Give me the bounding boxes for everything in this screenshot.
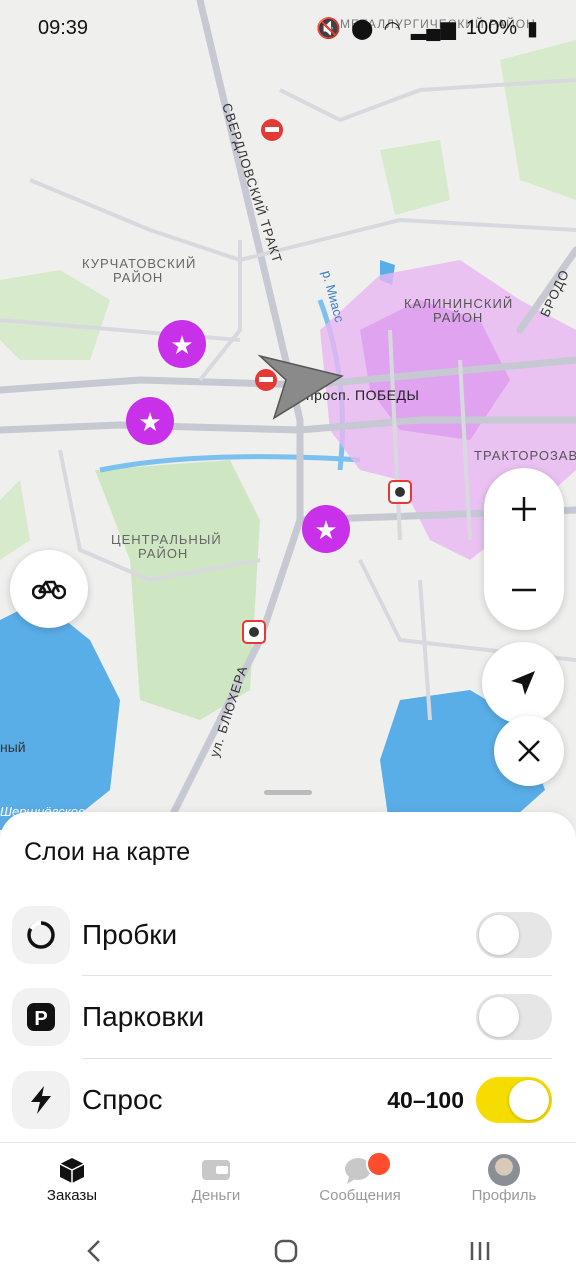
zoom-out-button[interactable] — [484, 549, 564, 630]
wallet-icon — [201, 1153, 231, 1187]
sheet-drag-handle[interactable] — [264, 790, 312, 795]
home-icon[interactable] — [273, 1238, 299, 1269]
map-label-ny: ный — [0, 739, 26, 755]
plus-icon — [512, 496, 536, 521]
lightning-icon — [12, 1071, 70, 1129]
svg-text:★: ★ — [314, 515, 337, 545]
mute-icon: 🔇 — [316, 17, 342, 40]
map-label-kurchatovsky: КУРЧАТОВСКИЙ — [82, 256, 196, 271]
zoom-control — [484, 468, 564, 630]
svg-text:★: ★ — [138, 407, 161, 437]
tab-orders[interactable]: Заказы — [0, 1143, 144, 1227]
map-label-tsentralny: ЦЕНТРАЛЬНЫЙ — [111, 532, 222, 547]
no-entry-icon — [255, 369, 277, 391]
zoom-in-button[interactable] — [484, 468, 564, 549]
back-icon[interactable] — [84, 1239, 104, 1268]
location-icon: ⬤ — [351, 17, 374, 40]
map-label-kalininsky-2: РАЙОН — [433, 310, 483, 325]
status-time: 09:39 — [38, 16, 89, 39]
battery-icon: ▮ — [526, 17, 538, 40]
demand-range: 40–100 — [387, 1086, 464, 1113]
close-icon — [518, 740, 540, 762]
avatar — [488, 1153, 520, 1187]
map-label-kalininsky: КАЛИНИНСКИЙ — [404, 296, 513, 311]
sheet-title: Слои на карте — [24, 838, 191, 866]
my-location-button[interactable] — [482, 642, 564, 724]
tab-money[interactable]: Деньги — [144, 1143, 288, 1227]
signal-icon: ▂▄▆ — [410, 17, 456, 40]
bicycle-mode-button[interactable] — [10, 550, 88, 628]
traffic-icon — [12, 906, 70, 964]
star-marker-icon[interactable]: ★ — [126, 397, 174, 445]
battery-level: 100% — [465, 16, 517, 39]
svg-text:P: P — [34, 1008, 47, 1030]
layer-label: Спрос — [82, 1084, 163, 1115]
tab-label: Сообщения — [319, 1187, 401, 1204]
star-marker-icon[interactable]: ★ — [158, 320, 206, 368]
minus-icon — [512, 588, 536, 591]
divider — [82, 1058, 552, 1059]
layers-sheet: Слои на карте Пробки P Парковки Спрос 40… — [0, 812, 576, 1142]
unread-badge — [366, 1151, 392, 1177]
close-layers-button[interactable] — [494, 716, 564, 786]
parking-toggle[interactable] — [476, 994, 552, 1040]
map-label-tsentralny-2: РАЙОН — [138, 546, 188, 561]
orders-box-icon — [58, 1153, 86, 1187]
traffic-toggle[interactable] — [476, 912, 552, 958]
svg-text:★: ★ — [170, 330, 193, 360]
demand-toggle[interactable] — [476, 1077, 552, 1123]
no-entry-icon — [261, 119, 283, 141]
bicycle-icon — [32, 580, 66, 600]
chat-icon — [344, 1151, 392, 1187]
star-marker-icon[interactable]: ★ — [302, 505, 350, 553]
tab-profile[interactable]: Профиль — [432, 1143, 576, 1227]
wifi-icon: ◠ — [383, 17, 401, 40]
divider — [82, 975, 552, 976]
accident-icon — [242, 620, 266, 644]
layer-label: Пробки — [82, 919, 178, 950]
tab-label: Профиль — [471, 1187, 537, 1204]
map-label-traktorozavod: ТРАКТОРОЗАВО — [474, 448, 576, 463]
status-bar: 09:39 🔇 ⬤ ◠ ▂▄▆ 100% ▮ — [0, 0, 576, 56]
tab-label: Заказы — [46, 1187, 98, 1204]
layer-row-parking[interactable]: P Парковки — [12, 982, 552, 1052]
recents-icon[interactable] — [468, 1239, 492, 1268]
system-nav-bar — [0, 1226, 576, 1280]
tab-label: Деньги — [191, 1187, 241, 1204]
map-label-kurchatovsky-2: РАЙОН — [113, 270, 163, 285]
accident-icon — [388, 480, 412, 504]
layer-row-traffic[interactable]: Пробки — [12, 900, 552, 970]
layer-row-demand[interactable]: Спрос 40–100 — [12, 1065, 552, 1135]
map-label-prosp-pobedy: просп. ПОБЕДЫ — [306, 387, 419, 403]
tab-messages[interactable]: Сообщения — [288, 1143, 432, 1227]
layer-label: Парковки — [82, 1001, 205, 1032]
parking-icon: P — [12, 988, 70, 1046]
bottom-tab-bar: Заказы Деньги Сообщения Профиль — [0, 1142, 576, 1227]
navigation-arrow-icon — [511, 671, 535, 695]
